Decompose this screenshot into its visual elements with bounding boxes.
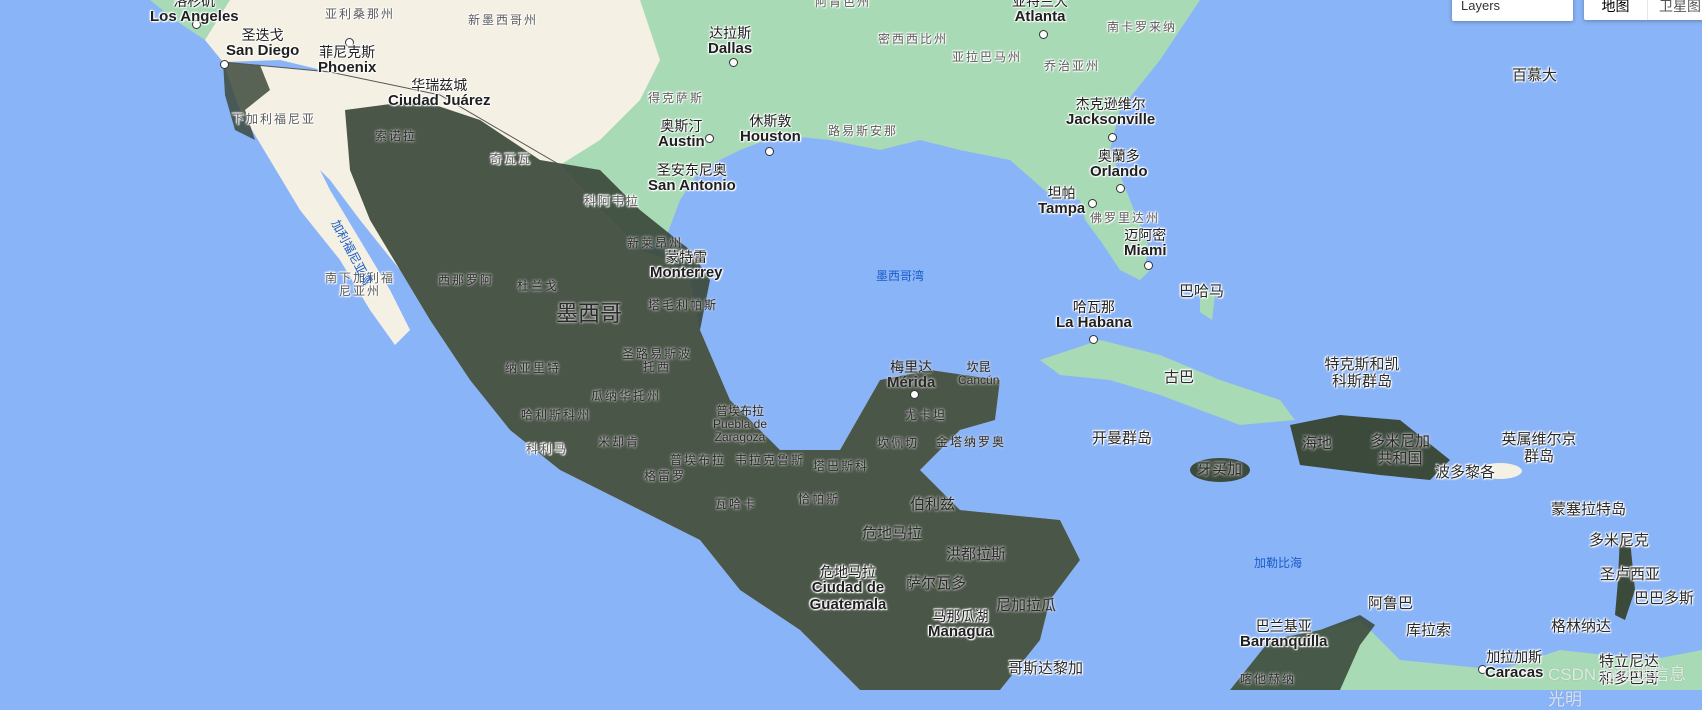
label-caribbean-sea: 加勒比海 xyxy=(1254,556,1303,570)
label-mississippi: 密西西比州 xyxy=(878,32,949,46)
label-phoenix: 菲尼克斯 Phoenix xyxy=(318,44,377,77)
label-los-angeles: 洛杉矶 Los Angeles xyxy=(150,0,239,26)
label-san-antonio: 圣安东尼奥 San Antonio xyxy=(648,162,736,195)
label-managua: 马那瓜湖 Managua xyxy=(928,608,994,641)
map-type-control: 地图 卫星图 xyxy=(1584,0,1702,20)
label-dominican-rep: 多米尼加共和国 xyxy=(1369,433,1430,467)
label-louisiana: 路易斯安那 xyxy=(828,124,899,138)
label-haiti: 海地 xyxy=(1302,435,1333,452)
label-cartagena: 喀他赫纳 xyxy=(1240,672,1297,686)
label-bahamas: 巴哈马 xyxy=(1179,283,1225,300)
label-coahuila: 科阿韦拉 xyxy=(584,194,641,208)
label-grenada: 格林纳达 xyxy=(1551,618,1612,635)
label-la-habana: 哈瓦那 La Habana xyxy=(1056,299,1132,332)
label-nicaragua: 尼加拉瓜 xyxy=(996,597,1057,614)
label-arizona: 亚利桑那州 xyxy=(325,7,396,21)
label-sinaloa: 西那罗阿 xyxy=(438,273,495,287)
city-dot-austin xyxy=(705,134,714,143)
label-tabasco: 塔巴斯科 xyxy=(813,459,870,473)
label-curacao: 库拉索 xyxy=(1406,622,1452,639)
city-dot-miami xyxy=(1144,261,1153,270)
label-tampa: 坦帕 Tampa xyxy=(1038,185,1086,218)
label-yucatan: 尤卡坦 xyxy=(905,408,948,422)
label-cayman: 开曼群岛 xyxy=(1092,430,1153,447)
label-houston: 休斯敦 Houston xyxy=(740,113,801,146)
label-st-lucia: 圣卢西亚 xyxy=(1600,566,1661,583)
city-dot-tampa xyxy=(1088,199,1097,208)
city-dot-houston xyxy=(765,147,774,156)
label-colima: 科利马 xyxy=(526,442,569,456)
layers-label: Layers xyxy=(1461,0,1501,13)
label-bvi: 英属维尔京群岛 xyxy=(1501,431,1577,465)
label-georgia: 乔治亚州 xyxy=(1044,59,1101,73)
label-nayarit: 纳亚里特 xyxy=(505,361,562,375)
label-barranquilla: 巴兰基亚 Barranquilla xyxy=(1240,618,1328,651)
label-tamaulipas: 塔毛利帕斯 xyxy=(648,298,719,312)
label-merida: 梅里达 Mérida xyxy=(887,359,936,392)
label-aruba: 阿鲁巴 xyxy=(1368,595,1414,612)
label-campeche: 坎佩切 xyxy=(877,436,920,450)
label-mexico: 墨西哥 xyxy=(556,301,623,326)
label-south-carolina: 南卡罗来纳 xyxy=(1107,20,1178,34)
label-belize: 伯利兹 xyxy=(910,496,956,513)
label-baja-california: 下加利福尼亚 xyxy=(232,112,317,126)
label-cancun: 坎昆 Cancún xyxy=(958,360,1000,388)
label-atlanta: 亚特兰大 Atlanta xyxy=(1012,0,1068,26)
label-texas: 得克萨斯 xyxy=(648,91,705,105)
label-barbados: 巴巴多斯 xyxy=(1634,590,1695,607)
label-puebla: 普埃布拉 Puebla de Zaragoza xyxy=(712,404,768,445)
label-chiapas: 恰帕斯 xyxy=(798,492,841,506)
label-quintana-roo: 金塔纳罗奥 xyxy=(936,435,1007,449)
label-gulf-of-mexico: 墨西哥湾 xyxy=(876,269,925,283)
label-turks-caicos: 特克斯和凯科斯群岛 xyxy=(1324,356,1400,390)
map-type-satellite-button[interactable]: 卫星图 xyxy=(1648,0,1702,20)
city-dot-orlando xyxy=(1116,184,1125,193)
label-arkansas: 阿肯色州 xyxy=(815,0,872,9)
city-dot-dallas xyxy=(729,58,738,67)
label-bermuda: 百慕大 xyxy=(1512,67,1558,84)
label-alabama: 亚拉巴马州 xyxy=(952,50,1023,64)
label-durango: 杜兰戈 xyxy=(517,279,560,293)
label-ciudad-juarez: 华瑞兹城 Ciudad Juárez xyxy=(388,77,491,110)
city-dot-jacksonville xyxy=(1108,133,1117,142)
label-monterrey: 蒙特雷 Monterrey xyxy=(650,249,723,282)
label-new-mexico: 新墨西哥州 xyxy=(468,13,539,27)
watermark: CSDN @地理信息光明 xyxy=(1548,665,1687,709)
label-honduras: 洪都拉斯 xyxy=(946,546,1007,563)
label-dallas: 达拉斯 Dallas xyxy=(708,25,753,58)
label-chihuahua: 奇瓦瓦 xyxy=(490,152,533,166)
label-dominica: 多米尼克 xyxy=(1589,532,1650,549)
label-guerrero: 格雷罗 xyxy=(644,469,687,483)
label-caracas: 加拉加斯 Caracas xyxy=(1485,649,1544,682)
label-florida: 佛罗里达州 xyxy=(1090,211,1161,225)
label-puebla-state: 普埃布拉 xyxy=(670,453,727,467)
label-guanajuato: 瓜纳华托州 xyxy=(591,389,662,403)
label-jamaica: 牙买加 xyxy=(1197,461,1243,478)
label-sonora: 索诺拉 xyxy=(375,129,418,143)
label-orlando: 奥蘭多 Orlando xyxy=(1090,148,1148,181)
label-guatemala: 危地马拉 xyxy=(862,525,923,542)
label-cuba: 古巴 xyxy=(1164,369,1195,386)
city-dot-la-habana xyxy=(1089,335,1098,344)
map-type-map-button[interactable]: 地图 xyxy=(1584,0,1648,20)
label-guatemala-city: 危地马拉 Ciudad de Guatemala xyxy=(809,564,887,613)
label-el-salvador: 萨尔瓦多 xyxy=(906,575,967,592)
label-oaxaca: 瓦哈卡 xyxy=(715,497,758,511)
label-veracruz: 韦拉克鲁斯 xyxy=(735,453,806,467)
label-costa-rica: 哥斯达黎加 xyxy=(1008,660,1084,677)
label-austin: 奥斯汀 Austin xyxy=(658,118,705,151)
label-jalisco: 哈利斯科州 xyxy=(521,408,592,422)
label-jacksonville: 杰克逊维尔 Jacksonville xyxy=(1066,96,1156,129)
label-puerto-rico: 波多黎各 xyxy=(1435,464,1496,481)
label-miami: 迈阿密 Miami xyxy=(1124,227,1167,260)
label-michoacan: 米却肯 xyxy=(598,435,641,449)
label-san-diego: 圣迭戈 San Diego xyxy=(226,27,300,60)
label-montserrat: 蒙塞拉特岛 xyxy=(1551,501,1627,518)
city-dot-san-diego xyxy=(220,60,229,69)
label-nuevo-leon: 新莱昂州 xyxy=(627,236,684,250)
layers-control[interactable]: Layers xyxy=(1452,0,1573,21)
label-slp: 圣路易斯波托西 xyxy=(622,347,693,375)
city-dot-atlanta xyxy=(1039,30,1048,39)
